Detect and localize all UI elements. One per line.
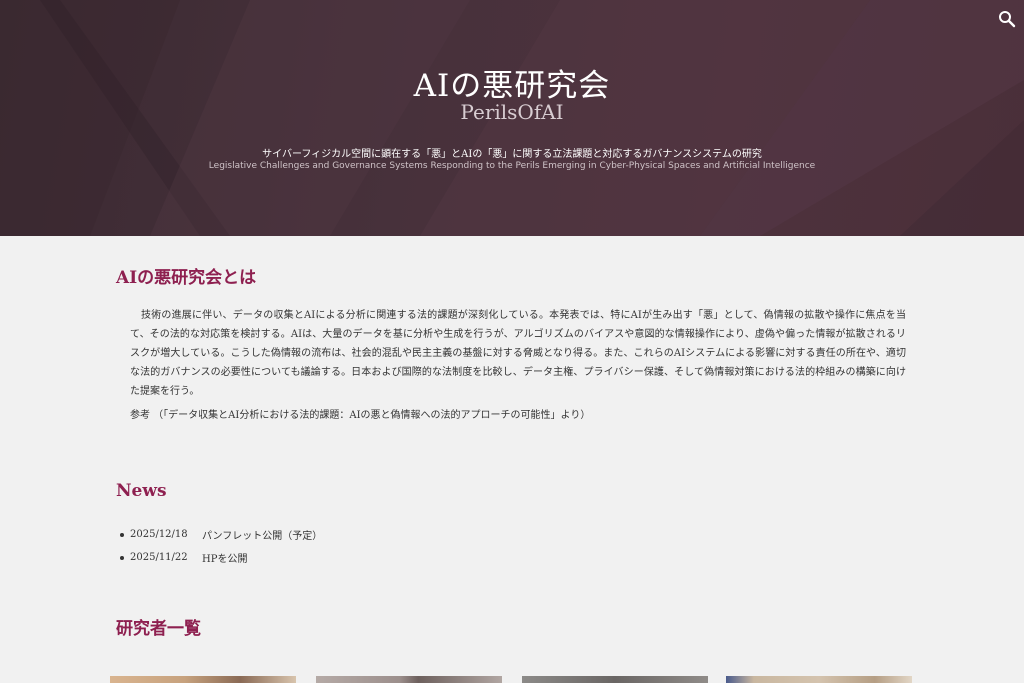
- researchers-heading: 研究者一覧: [116, 619, 201, 639]
- about-reference: 参考 （「データ収集とAI分析における法的課題：AIの悪と偽情報への法的アプロー…: [130, 410, 591, 421]
- news-heading: News: [116, 481, 167, 501]
- researcher-grid: [110, 676, 912, 683]
- bullet-icon: [120, 532, 124, 537]
- tagline-english: Legislative Challenges and Governance Sy…: [208, 161, 816, 171]
- news-item: 2025/12/18 パンフレット公開（予定）: [120, 523, 322, 546]
- news-link[interactable]: HPを公開: [202, 550, 247, 565]
- news-list: 2025/12/18 パンフレット公開（予定） 2025/11/22 HPを公開: [120, 523, 322, 569]
- hero-header: AIの悪研究会 PerilsOfAI サイバーフィジカル空間に顕在する「悪」とA…: [0, 0, 1024, 236]
- news-date: 2025/12/18: [130, 529, 188, 540]
- site-title[interactable]: AIの悪研究会: [0, 60, 1024, 105]
- researcher-photo[interactable]: [110, 676, 296, 683]
- site-subtitle: PerilsOfAI: [460, 100, 564, 124]
- search-icon[interactable]: [998, 10, 1016, 28]
- bullet-icon: [120, 555, 124, 560]
- about-body-text: 技術の進展に伴い、データの収集とAIによる分析に関連する法的課題が深刻化している…: [130, 310, 906, 397]
- researcher-photo[interactable]: [522, 676, 708, 683]
- news-link[interactable]: パンフレット公開（予定）: [202, 527, 322, 542]
- tagline-japanese: サイバーフィジカル空間に顕在する「悪」とAIの「悪」に関する立法課題と対応するガ…: [262, 149, 762, 160]
- news-date: 2025/11/22: [130, 552, 188, 563]
- news-item: 2025/11/22 HPを公開: [120, 546, 322, 569]
- researcher-photo[interactable]: [726, 676, 912, 683]
- about-heading: AIの悪研究会とは: [116, 268, 257, 288]
- researcher-photo[interactable]: [316, 676, 502, 683]
